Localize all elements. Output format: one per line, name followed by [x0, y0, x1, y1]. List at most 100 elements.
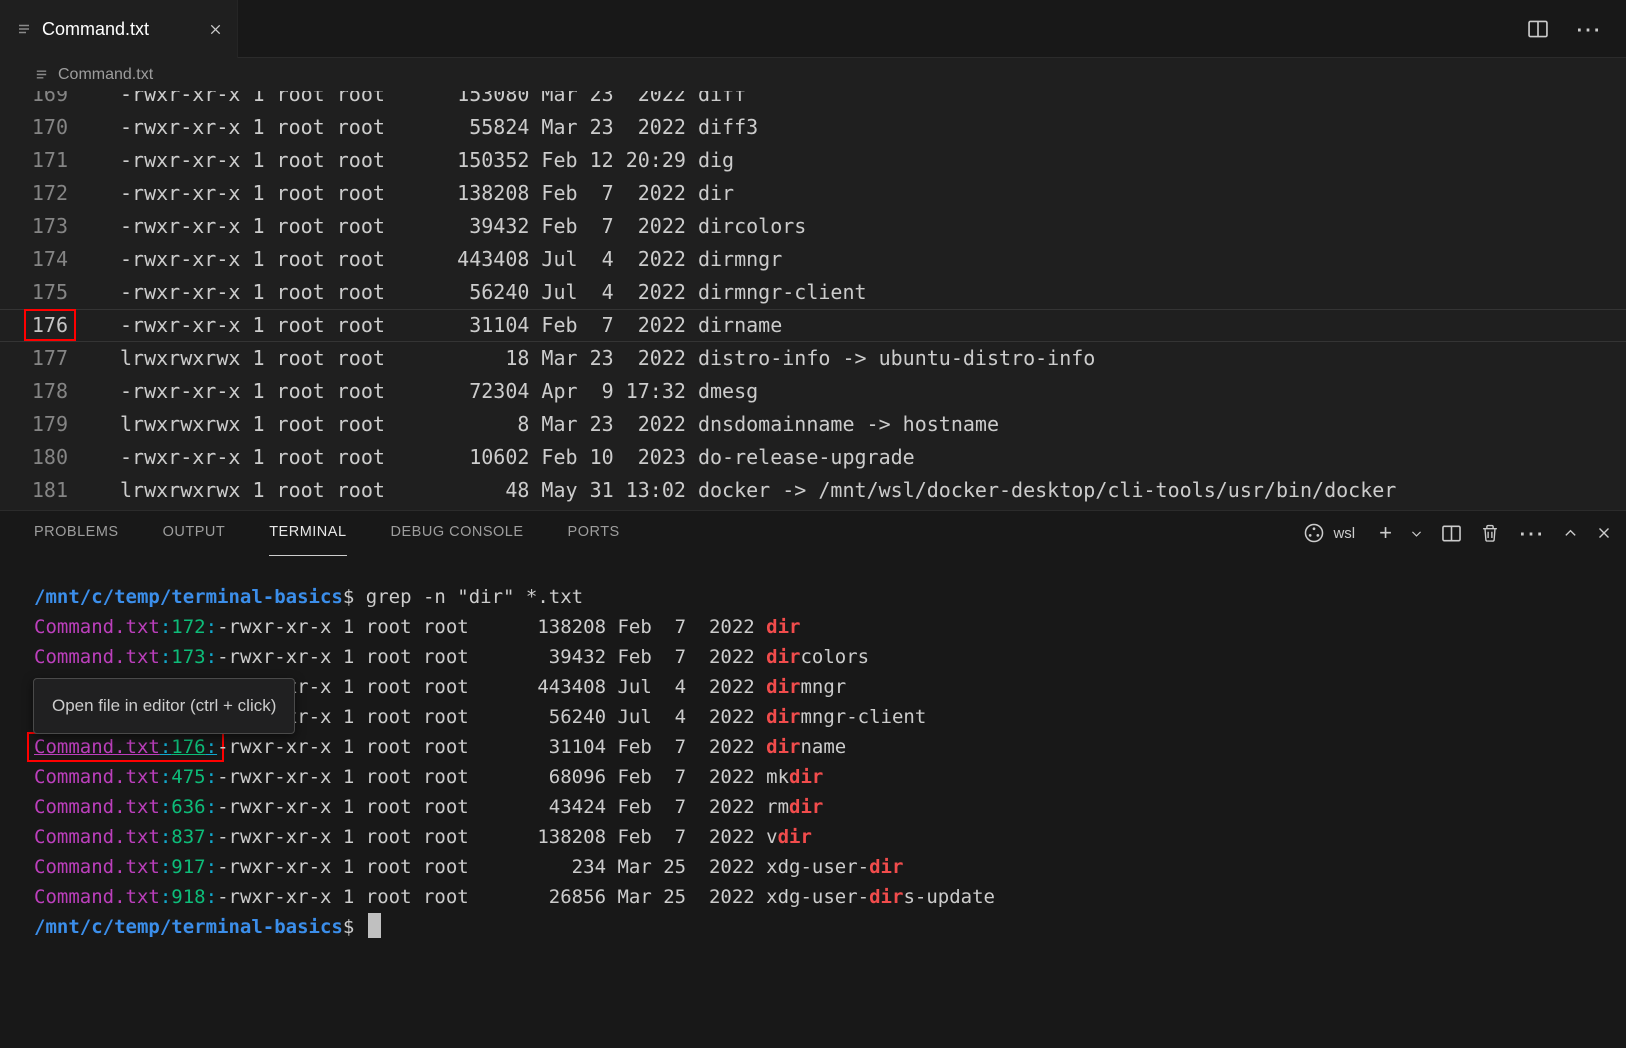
grep-separator: : — [206, 796, 217, 818]
terminal[interactable]: /mnt/c/temp/terminal-basics$ grep -n "di… — [0, 556, 1626, 1048]
line-number: 175 — [0, 276, 90, 309]
grep-line-body: -rwxr-xr-x 1 root root 138208 Feb 7 2022… — [217, 826, 778, 848]
grep-result-line: Command.txt:636:-rwxr-xr-x 1 root root 4… — [34, 792, 1626, 822]
panel-tab-problems[interactable]: PROBLEMS — [34, 510, 119, 556]
grep-line-number: 918 — [171, 886, 205, 908]
editor-line[interactable]: 172-rwxr-xr-x 1 root root 138208 Feb 7 2… — [0, 177, 1626, 210]
grep-separator: : — [160, 796, 171, 818]
grep-separator: : — [206, 886, 217, 908]
grep-file-link[interactable]: Command.txt:837: — [34, 826, 217, 848]
line-number: 179 — [0, 408, 90, 441]
trash-icon[interactable] — [1480, 523, 1500, 543]
grep-result-line: Command.txt:172:-rwxr-xr-x 1 root root 1… — [34, 612, 1626, 642]
more-actions-icon[interactable]: ⋯ — [1518, 520, 1545, 546]
grep-match: dir — [766, 676, 800, 698]
editor-line-text: lrwxrwxrwx 1 root root 48 May 31 13:02 d… — [90, 474, 1396, 507]
terminal-command-line: /mnt/c/temp/terminal-basics$ grep -n "di… — [34, 582, 1626, 612]
grep-result-line: Command.txt:173:-rwxr-xr-x 1 root root 3… — [34, 642, 1626, 672]
terminal-cursor[interactable] — [368, 913, 381, 938]
editor-line[interactable]: 170-rwxr-xr-x 1 root root 55824 Mar 23 2… — [0, 111, 1626, 144]
panel-tab-debug-console[interactable]: DEBUG CONSOLE — [391, 510, 524, 556]
editor-line[interactable]: 174-rwxr-xr-x 1 root root 443408 Jul 4 2… — [0, 243, 1626, 276]
split-terminal-icon[interactable] — [1441, 523, 1462, 544]
editor-line[interactable]: 171-rwxr-xr-x 1 root root 150352 Feb 12 … — [0, 144, 1626, 177]
line-number-text: 181 — [32, 478, 68, 502]
grep-file-link[interactable]: Command.txt:173: — [34, 646, 217, 668]
terminal-prompt-line[interactable]: /mnt/c/temp/terminal-basics$ — [34, 912, 1626, 942]
editor-line[interactable]: 181 lrwxrwxrwx 1 root root 48 May 31 13:0… — [0, 474, 1626, 507]
grep-match: dir — [789, 796, 823, 818]
grep-line-number: 173 — [171, 646, 205, 668]
grep-result-line: Command.txt:475:-rwxr-xr-x 1 root root 6… — [34, 762, 1626, 792]
editor-line[interactable]: 180-rwxr-xr-x 1 root root 10602 Feb 10 2… — [0, 441, 1626, 474]
new-terminal-icon[interactable]: + — [1379, 522, 1392, 544]
terminal-results: Command.txt:172: -rwxr-xr-x 1 root root 1… — [34, 612, 1626, 912]
grep-match: dir — [869, 856, 903, 878]
terminal-profile-label[interactable]: wsl — [1333, 525, 1355, 542]
breadcrumb[interactable]: Command.txt — [0, 58, 1626, 91]
grep-separator: : — [206, 646, 217, 668]
line-number: 171 — [0, 144, 90, 177]
grep-line-number: 636 — [171, 796, 205, 818]
panel-tab-output[interactable]: OUTPUT — [163, 510, 226, 556]
prompt-symbol: $ — [343, 586, 354, 608]
breadcrumb-item-file[interactable]: Command.txt — [58, 66, 153, 84]
grep-line-body: -rwxr-xr-x 1 root root 68096 Feb 7 2022 … — [217, 766, 789, 788]
editor-line[interactable]: 176-rwxr-xr-x 1 root root 31104 Feb 7 20… — [0, 309, 1626, 342]
line-number: 177 — [0, 342, 90, 375]
panel-tab-terminal[interactable]: TERMINAL — [269, 510, 346, 556]
editor-line[interactable]: 175-rwxr-xr-x 1 root root 56240 Jul 4 20… — [0, 276, 1626, 309]
grep-result-line: Command.txt:837:-rwxr-xr-x 1 root root 1… — [34, 822, 1626, 852]
link-tooltip: Open file in editor (ctrl + click) — [33, 678, 295, 734]
line-number: 180 — [0, 441, 90, 474]
grep-filename: Command.txt — [34, 826, 160, 848]
grep-line-number: 176 — [171, 736, 205, 758]
terminal-prompt: /mnt/c/temp/terminal-basics — [34, 916, 343, 938]
editor[interactable]: 169-rwxr-xr-x 1 root root 153080 Mar 23 … — [0, 91, 1626, 510]
chevron-down-icon[interactable] — [1410, 527, 1423, 540]
grep-separator: : — [206, 826, 217, 848]
grep-separator: : — [206, 766, 217, 788]
grep-separator: : — [160, 616, 171, 638]
chevron-up-icon[interactable] — [1563, 526, 1578, 541]
text-file-icon — [16, 21, 32, 37]
more-actions-icon[interactable]: ⋯ — [1575, 16, 1602, 42]
editor-line[interactable]: 178-rwxr-xr-x 1 root root 72304 Apr 9 17… — [0, 375, 1626, 408]
editor-line[interactable]: 169-rwxr-xr-x 1 root root 153080 Mar 23 … — [0, 91, 1626, 111]
line-number-text: 179 — [32, 412, 68, 436]
split-editor-icon[interactable] — [1527, 18, 1549, 40]
grep-file-link[interactable]: Command.txt:172: — [34, 616, 217, 638]
close-icon[interactable] — [1596, 525, 1612, 541]
line-number-text: 172 — [32, 181, 68, 205]
grep-result-line: Command.txt:176:-rwxr-xr-x 1 root root 3… — [34, 732, 1626, 762]
editor-line[interactable]: 177 lrwxrwxrwx 1 root root 18 Mar 23 2022… — [0, 342, 1626, 375]
grep-separator: : — [160, 766, 171, 788]
editor-line-text: lrwxrwxrwx 1 root root 18 Mar 23 2022 di… — [90, 342, 1095, 375]
grep-line-body: colors — [800, 646, 869, 668]
grep-separator: : — [160, 826, 171, 848]
line-number-text: 180 — [32, 445, 68, 469]
editor-line[interactable]: 179 lrwxrwxrwx 1 root root 8 Mar 23 2022 … — [0, 408, 1626, 441]
editor-line-text: -rwxr-xr-x 1 root root 31104 Feb 7 2022 … — [90, 309, 782, 342]
line-number-text: 177 — [32, 346, 68, 370]
grep-match: dir — [766, 706, 800, 728]
grep-file-link[interactable]: Command.txt:475: — [34, 766, 217, 788]
grep-separator: : — [206, 856, 217, 878]
close-icon[interactable] — [208, 22, 223, 37]
grep-file-link[interactable]: Command.txt:917: — [34, 856, 217, 878]
grep-file-link[interactable]: Command.txt:918: — [34, 886, 217, 908]
editor-line-text: -rwxr-xr-x 1 root root 150352 Feb 12 20:… — [90, 144, 734, 177]
editor-tab-bar: Command.txt ⋯ — [0, 0, 1626, 58]
panel-actions: wsl + ⋯ — [1303, 510, 1612, 556]
grep-file-link[interactable]: Command.txt:176: — [27, 732, 224, 762]
editor-line[interactable]: 173-rwxr-xr-x 1 root root 39432 Feb 7 20… — [0, 210, 1626, 243]
panel-tab-ports[interactable]: PORTS — [568, 510, 620, 556]
grep-separator: : — [160, 856, 171, 878]
line-number: 172 — [0, 177, 90, 210]
terminal-command: grep -n "dir" *.txt — [354, 586, 583, 608]
line-number-text: 169 — [32, 91, 68, 106]
grep-line-body: -rwxr-xr-x 1 root root 39432 Feb 7 2022 — [217, 646, 766, 668]
grep-file-link[interactable]: Command.txt:636: — [34, 796, 217, 818]
tab-command-txt[interactable]: Command.txt — [0, 0, 238, 58]
editor-line-text: lrwxrwxrwx 1 root root 8 Mar 23 2022 dns… — [90, 408, 999, 441]
